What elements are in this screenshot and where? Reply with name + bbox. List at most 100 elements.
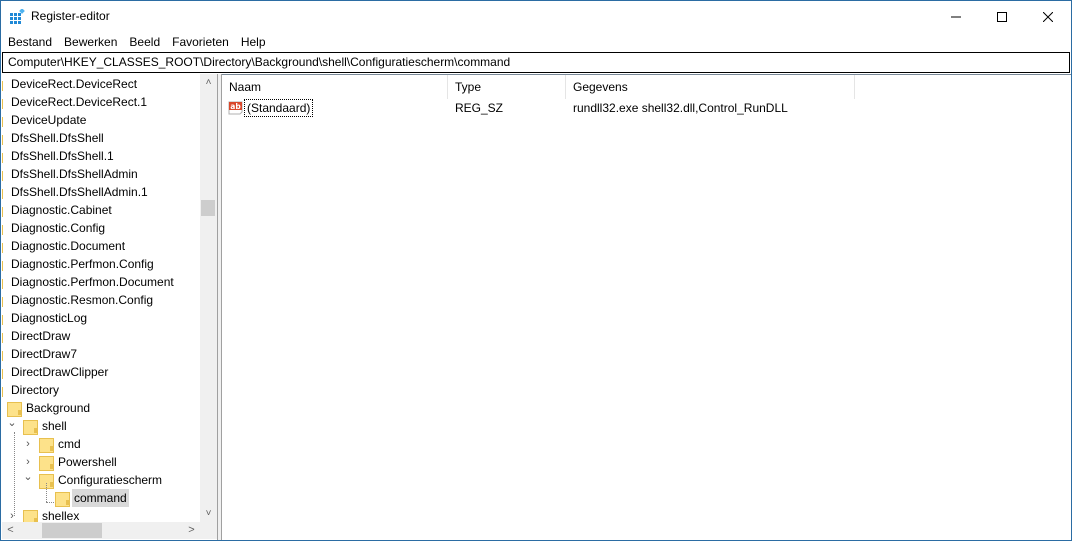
chevron-down-icon[interactable]: ⌄ xyxy=(7,417,17,435)
tree-item[interactable]: ⌄ Configuratiescherm xyxy=(2,471,200,489)
tree-item[interactable]: DiagnosticLog xyxy=(2,309,200,327)
title-bar: Register-editor xyxy=(1,1,1071,32)
chevron-right-icon[interactable]: › xyxy=(23,453,33,471)
folder-icon xyxy=(7,400,22,417)
values-pane: Naam Type Gegevens ab (Standaard) REG_SZ… xyxy=(222,74,1071,540)
folder-edge-icon xyxy=(2,369,3,379)
registry-editor-window: Register-editor Bestand Bewerken Beeld F… xyxy=(0,0,1072,541)
column-header-gegevens[interactable]: Gegevens xyxy=(566,75,855,99)
tree-item[interactable]: DfsShell.DfsShellAdmin xyxy=(2,165,200,183)
tree-item[interactable]: Diagnostic.Perfmon.Config xyxy=(2,255,200,273)
folder-edge-icon xyxy=(2,225,3,235)
scroll-left-icon[interactable]: < xyxy=(2,522,19,539)
tree-item-label: shell xyxy=(42,419,67,433)
folder-icon xyxy=(39,454,54,471)
folder-edge-icon xyxy=(2,297,3,307)
tree-item[interactable]: › Powershell xyxy=(2,453,200,471)
tree-item[interactable]: Diagnostic.Perfmon.Document xyxy=(2,273,200,291)
registry-editor-icon xyxy=(10,9,25,24)
folder-edge-icon xyxy=(2,387,3,397)
tree-item-label: command xyxy=(72,489,129,507)
tree-item-label: DeviceRect.DeviceRect xyxy=(11,77,138,91)
folder-edge-icon xyxy=(2,279,3,289)
tree-item[interactable]: ⌄ shell xyxy=(2,417,200,435)
tree-item[interactable]: Background xyxy=(2,399,200,417)
tree-item-label: DfsShell.DfsShellAdmin.1 xyxy=(11,185,148,199)
maximize-icon xyxy=(997,11,1007,22)
folder-edge-icon xyxy=(2,81,3,91)
tree-item-label: Diagnostic.Resmon.Config xyxy=(11,293,154,307)
tree-item[interactable]: Diagnostic.Config xyxy=(2,219,200,237)
tree-item[interactable]: › shellex xyxy=(2,507,200,522)
tree-item[interactable]: DirectDraw7 xyxy=(2,345,200,363)
folder-edge-icon xyxy=(2,315,3,325)
tree-vertical-scrollbar[interactable]: ˄ ˅ xyxy=(200,74,217,522)
tree-item-label: DirectDrawClipper xyxy=(11,365,109,379)
menu-help[interactable]: Help xyxy=(234,32,271,52)
tree-item-label: Diagnostic.Cabinet xyxy=(11,203,112,217)
tree-item[interactable]: DeviceUpdate xyxy=(2,111,200,129)
tree-item[interactable]: DirectDraw xyxy=(2,327,200,345)
key-tree: DeviceRect.DeviceRect DeviceRect.DeviceRe… xyxy=(2,74,200,522)
tree-item[interactable]: DeviceRect.DeviceRect.1 xyxy=(2,93,200,111)
maximize-button[interactable] xyxy=(979,1,1025,32)
tree-item[interactable]: DfsShell.DfsShell.1 xyxy=(2,147,200,165)
tree-connector xyxy=(14,432,15,516)
tree-item-label: cmd xyxy=(58,437,81,451)
tree-item[interactable]: command xyxy=(2,483,200,507)
folder-icon xyxy=(23,418,38,435)
tree-item[interactable]: DeviceRect.DeviceRect xyxy=(2,75,200,93)
scrollbar-corner xyxy=(200,522,217,539)
menu-favorieten[interactable]: Favorieten xyxy=(165,32,234,52)
chevron-right-icon[interactable]: › xyxy=(23,435,33,453)
tree-connector xyxy=(46,483,47,502)
chevron-down-icon[interactable]: ⌄ xyxy=(23,471,33,489)
close-icon xyxy=(1043,11,1053,22)
tree-item[interactable]: › cmd xyxy=(2,435,200,453)
tree-item-label: DfsShell.DfsShellAdmin xyxy=(11,167,138,181)
scroll-right-icon[interactable]: > xyxy=(183,522,200,539)
folder-edge-icon xyxy=(2,207,3,217)
tree-item-label: Diagnostic.Document xyxy=(11,239,126,253)
tree-item[interactable]: DfsShell.DfsShellAdmin.1 xyxy=(2,183,200,201)
tree-item-label: Directory xyxy=(11,383,60,397)
tree-item[interactable]: DirectDrawClipper xyxy=(2,363,200,381)
tree-item-label: Configuratiescherm xyxy=(58,473,163,487)
tree-item[interactable]: Directory xyxy=(2,381,200,399)
menu-beeld[interactable]: Beeld xyxy=(122,32,165,52)
column-header-naam[interactable]: Naam xyxy=(222,75,448,99)
tree-horizontal-scrollbar[interactable]: < > xyxy=(2,522,200,539)
svg-text:ab: ab xyxy=(230,102,241,111)
value-data: rundll32.exe shell32.dll,Control_RunDLL xyxy=(573,101,788,115)
address-bar[interactable]: Computer\HKEY_CLASSES_ROOT\Directory\Bac… xyxy=(2,52,1070,73)
tree-item-label: DfsShell.DfsShell xyxy=(11,131,104,145)
menu-bewerken[interactable]: Bewerken xyxy=(57,32,122,52)
tree-item[interactable]: Diagnostic.Cabinet xyxy=(2,201,200,219)
tree-item[interactable]: DfsShell.DfsShell xyxy=(2,129,200,147)
scroll-up-icon[interactable]: ˄ xyxy=(200,74,217,91)
tree-vertical-scroll-thumb[interactable] xyxy=(201,200,215,216)
window-title: Register-editor xyxy=(31,9,110,23)
tree-horizontal-scroll-thumb[interactable] xyxy=(42,523,102,538)
key-tree-pane: DeviceRect.DeviceRect DeviceRect.DeviceRe… xyxy=(2,74,217,540)
folder-edge-icon xyxy=(2,153,3,163)
menu-bestand[interactable]: Bestand xyxy=(1,32,57,52)
minimize-button[interactable] xyxy=(933,1,979,32)
chevron-right-icon[interactable]: › xyxy=(7,507,17,522)
folder-edge-icon xyxy=(2,99,3,109)
folder-edge-icon xyxy=(2,351,3,361)
tree-item[interactable]: Diagnostic.Document xyxy=(2,237,200,255)
tree-item[interactable]: Diagnostic.Resmon.Config xyxy=(2,291,200,309)
tree-item-label: DirectDraw7 xyxy=(11,347,78,361)
folder-icon xyxy=(55,490,70,507)
column-header-type[interactable]: Type xyxy=(448,75,566,99)
folder-edge-icon xyxy=(2,333,3,343)
scroll-down-icon[interactable]: ˅ xyxy=(200,505,217,522)
folder-icon xyxy=(23,508,38,522)
value-row[interactable]: ab (Standaard) REG_SZ rundll32.exe shell… xyxy=(222,99,1071,117)
tree-item-label: DeviceRect.DeviceRect.1 xyxy=(11,95,148,109)
folder-edge-icon xyxy=(2,189,3,199)
tree-item-label: Diagnostic.Config xyxy=(11,221,106,235)
close-button[interactable] xyxy=(1025,1,1071,32)
value-name[interactable]: (Standaard) xyxy=(244,99,314,117)
